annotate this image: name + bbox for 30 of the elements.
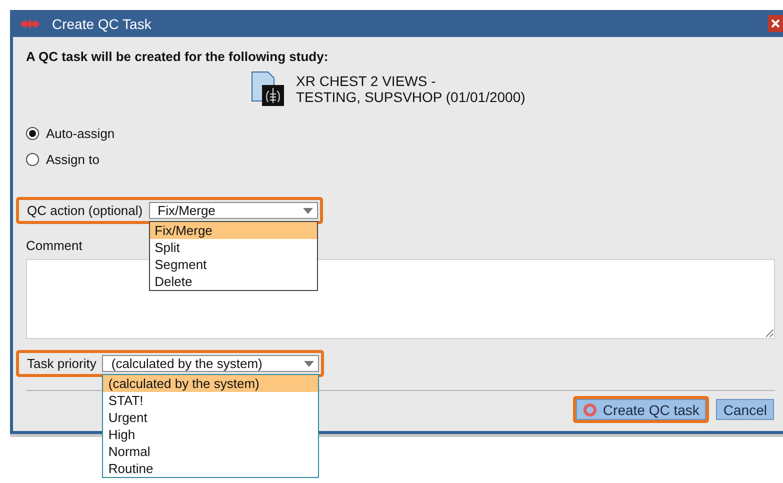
comment-label: Comment — [26, 238, 82, 253]
radio-label: Assign to — [46, 152, 100, 166]
dropdown-option[interactable]: (calculated by the system) — [103, 375, 318, 392]
dropdown-option[interactable]: Urgent — [103, 409, 318, 426]
caret-icon — [302, 208, 313, 214]
dropdown-option[interactable]: Normal — [103, 443, 318, 460]
xray-document-icon — [250, 71, 286, 107]
dropdown-option[interactable]: Fix/Merge — [150, 222, 317, 239]
comment-field[interactable] — [26, 259, 775, 339]
dropdown-option[interactable]: Split — [150, 239, 317, 256]
field-label: QC action (optional) — [27, 203, 143, 218]
close-icon[interactable] — [768, 15, 783, 32]
create-button[interactable]: Create QC task — [576, 399, 706, 420]
radio-label: Auto-assign — [46, 126, 115, 140]
dropdown-option[interactable]: STAT! — [103, 392, 318, 409]
caret-icon — [304, 360, 314, 366]
window-title: Create QC Task — [52, 16, 152, 32]
dropdown-option[interactable]: Routine — [103, 460, 318, 477]
dropdown-option[interactable]: Delete — [150, 273, 317, 290]
radio-button[interactable] — [26, 152, 39, 166]
radio-button[interactable] — [26, 126, 39, 140]
ring-icon — [582, 402, 597, 416]
field-label: Task priority — [27, 356, 96, 371]
cancel-button[interactable]: Cancel — [716, 399, 774, 420]
dropdown-option[interactable]: High — [103, 426, 318, 443]
intro-text: A QC task will be created for the following study: — [26, 49, 330, 64]
study-text: XR CHEST 2 VIEWS - — [296, 73, 437, 89]
study-text: TESTING, SUPSVHOP (01/01/2000) — [296, 89, 526, 105]
logo-icon — [20, 18, 40, 28]
dropdown-option[interactable]: Segment — [150, 256, 317, 273]
